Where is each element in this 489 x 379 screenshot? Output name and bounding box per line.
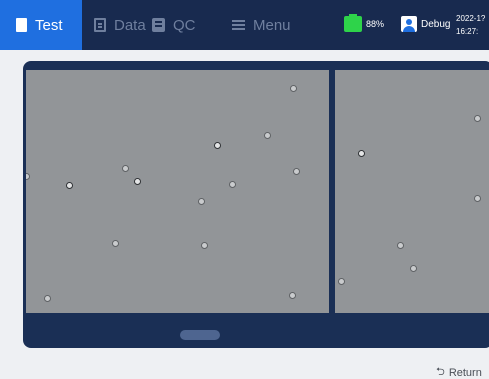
tab-qc[interactable]: QC <box>152 0 196 50</box>
document-icon <box>16 18 27 32</box>
microscope-image-1[interactable] <box>26 70 329 313</box>
cell <box>44 295 51 302</box>
cell <box>474 115 481 122</box>
return-icon: ⮌ <box>436 366 445 378</box>
cell <box>229 181 236 188</box>
cell <box>198 198 205 205</box>
clock-date: 2022-1? <box>456 14 486 23</box>
return-button[interactable]: ⮌ Return <box>436 363 482 379</box>
tab-menu[interactable]: Menu <box>232 0 291 50</box>
cell <box>397 242 404 249</box>
image-viewer-panel <box>23 61 489 348</box>
tab-test-label: Test <box>35 16 63 34</box>
cell <box>112 240 119 247</box>
cell <box>122 165 129 172</box>
cell <box>358 150 365 157</box>
cell <box>289 292 296 299</box>
cell <box>338 278 345 285</box>
cell <box>474 195 481 202</box>
menu-icon <box>232 19 245 31</box>
user-name: Debug <box>421 18 451 30</box>
tab-qc-label: QC <box>173 16 196 34</box>
cell <box>26 173 30 180</box>
return-label: Return <box>448 366 482 379</box>
battery-indicator: 88% <box>344 14 385 32</box>
cell <box>293 168 300 175</box>
cell <box>290 85 297 92</box>
battery-icon <box>344 14 362 32</box>
user-account[interactable]: Debug <box>401 16 450 32</box>
clock: 2022-1? 16:27: <box>456 12 485 38</box>
data-icon <box>94 18 106 32</box>
cell <box>201 242 208 249</box>
qc-icon <box>152 18 165 32</box>
cell <box>66 182 73 189</box>
clock-time: 16:27: <box>456 27 479 36</box>
battery-level: 88% <box>366 19 385 29</box>
cell <box>264 132 271 139</box>
tab-data-label: Data <box>114 16 146 34</box>
cell <box>410 265 417 272</box>
microscope-image-2[interactable] <box>335 70 489 313</box>
cell <box>214 142 221 149</box>
pager-handle[interactable] <box>180 330 220 340</box>
top-nav-bar: Test Data QC Menu 88% Debug 2022-1? 16:2… <box>0 0 489 50</box>
tab-menu-label: Menu <box>253 16 291 34</box>
tab-test[interactable]: Test <box>0 0 82 50</box>
tab-data[interactable]: Data <box>94 0 146 50</box>
user-icon <box>401 16 417 32</box>
cell <box>134 178 141 185</box>
